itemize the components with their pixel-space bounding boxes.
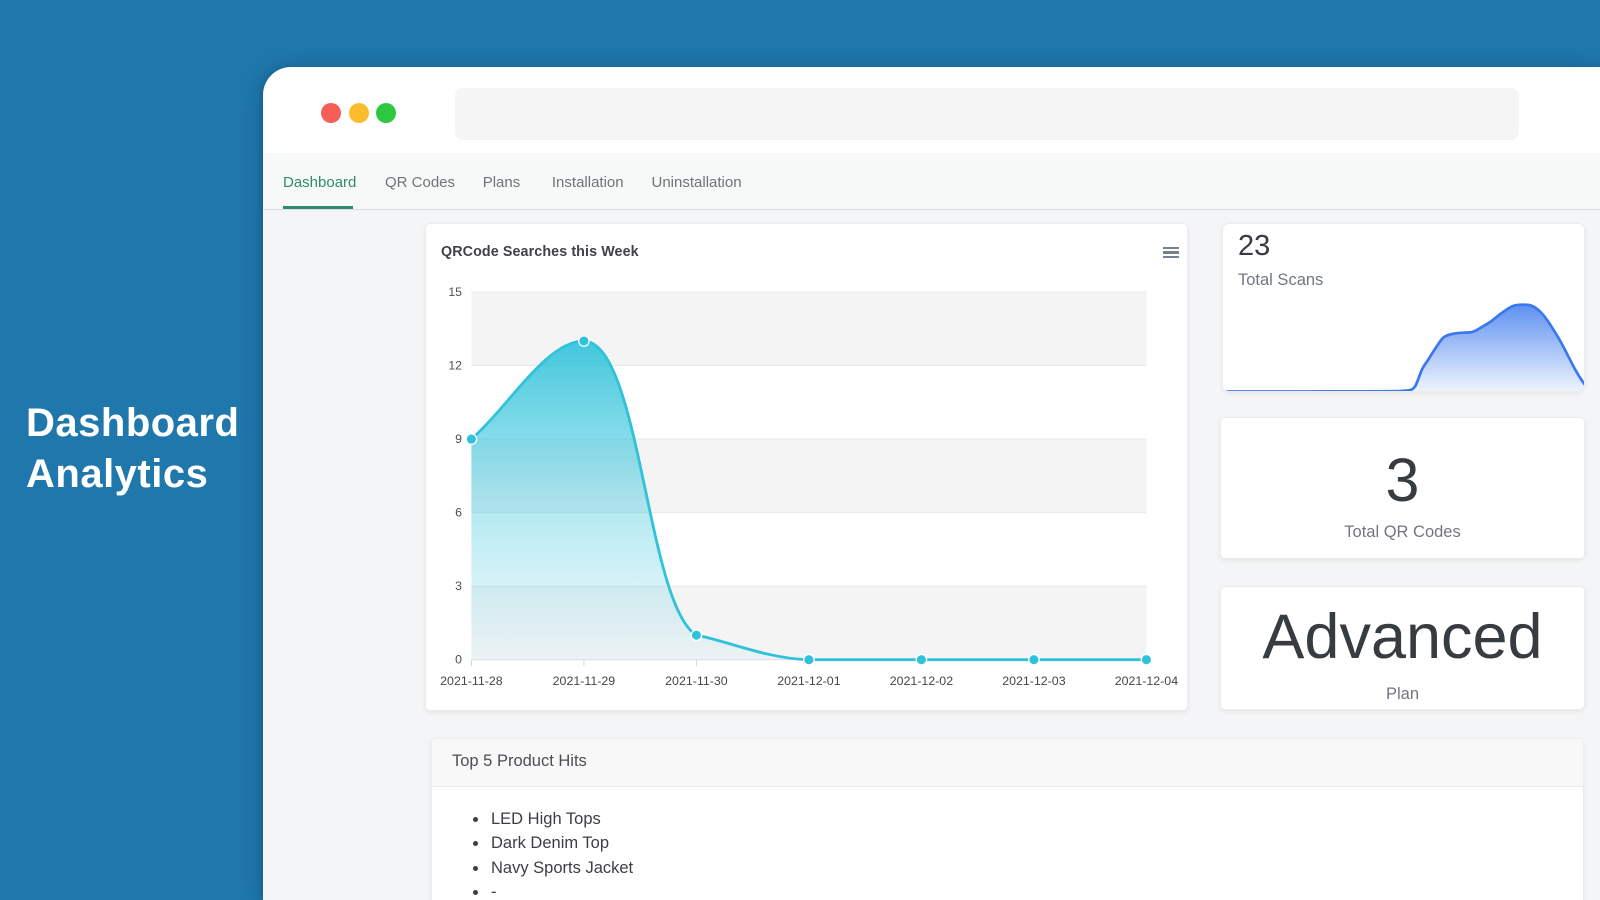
svg-text:2021-11-28: 2021-11-28 xyxy=(440,674,503,688)
svg-text:9: 9 xyxy=(455,432,462,446)
svg-text:3: 3 xyxy=(455,579,462,593)
svg-text:0: 0 xyxy=(455,653,462,667)
svg-text:2021-12-02: 2021-12-02 xyxy=(890,674,953,688)
svg-text:2021-11-30: 2021-11-30 xyxy=(665,674,728,688)
svg-text:15: 15 xyxy=(448,285,462,299)
svg-text:2021-12-01: 2021-12-01 xyxy=(777,674,840,688)
svg-text:12: 12 xyxy=(448,359,462,373)
svg-text:2021-12-03: 2021-12-03 xyxy=(1002,674,1065,688)
svg-text:2021-12-04: 2021-12-04 xyxy=(1115,674,1178,688)
svg-text:2021-11-29: 2021-11-29 xyxy=(553,674,616,688)
svg-text:6: 6 xyxy=(455,506,462,520)
